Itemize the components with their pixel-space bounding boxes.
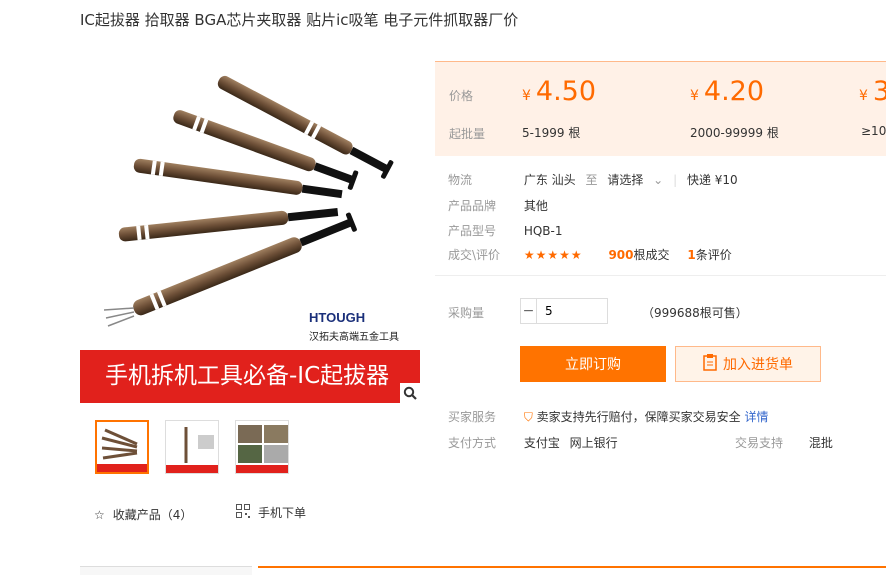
brand-row: 产品品牌 其他: [448, 197, 548, 214]
buyer-service-row: 买家服务 ⛉ 卖家支持先行赔付，保障买家交易安全 详情: [448, 408, 769, 425]
destination-select[interactable]: 请选择 ⌄: [607, 173, 663, 187]
price-label: 价格: [449, 89, 474, 103]
star-outline-icon: ☆: [94, 507, 105, 522]
trade-support: 交易支持 混批: [735, 434, 833, 451]
payment-alipay: 支付宝: [523, 436, 560, 450]
qty-minus-button[interactable]: −: [521, 299, 537, 323]
service-text: 卖家支持先行赔付，保障买家交易安全: [536, 410, 741, 424]
price-tier-2: ¥4.20: [690, 76, 765, 107]
thumbnail-3[interactable]: [235, 420, 289, 474]
main-product-image[interactable]: HTOUGH 汉拓夫高端五金工具 手机拆机工具必备-IC起拔器: [80, 60, 420, 403]
price-panel: 价格 起批量 ¥4.50 5-1999 根 ¥4.20 2000-99999 根…: [435, 61, 886, 156]
price-tier-1: ¥4.50: [522, 76, 597, 107]
reviews-count[interactable]: 1条评价: [687, 248, 731, 262]
add-to-cart-label: 加入进货单: [723, 357, 793, 373]
chevron-down-icon: ⌄: [653, 173, 664, 187]
brand-label: 产品品牌: [448, 199, 497, 213]
range-tier-2: 2000-99999 根: [690, 126, 779, 140]
zoom-icon[interactable]: [400, 383, 420, 403]
favorite-label: 收藏产品（4）: [112, 508, 193, 522]
trade-value: 混批: [808, 436, 833, 450]
deals-row: 成交\评价 ★★★★★ 900根成交 1条评价: [448, 246, 732, 263]
thumbnail-1[interactable]: [95, 420, 149, 474]
payment-label: 支付方式: [448, 436, 497, 450]
service-details-link[interactable]: 详情: [745, 410, 769, 424]
product-photo: HTOUGH 汉拓夫高端五金工具: [103, 60, 420, 350]
payment-bank: 网上银行: [569, 436, 618, 450]
deals-count[interactable]: 900根成交: [608, 248, 669, 262]
stock-available: （999688根可售）: [642, 306, 748, 320]
mobile-order-label: 手机下单: [258, 506, 307, 520]
quantity-stepper: −: [520, 298, 608, 324]
price-tier-3: ¥3: [859, 76, 886, 107]
promo-banner: 手机拆机工具必备-IC起拔器: [80, 350, 420, 403]
deals-label: 成交\评价: [448, 248, 501, 262]
brand-value: 其他: [523, 199, 548, 213]
buy-now-button[interactable]: 立即订购: [520, 346, 666, 382]
logistics-to-word: 至: [585, 173, 598, 187]
model-label: 产品型号: [448, 224, 497, 238]
add-to-cart-button[interactable]: 加入进货单: [675, 346, 821, 382]
brand-subtitle: 汉拓夫高端五金工具: [309, 330, 399, 343]
clipboard-icon: [703, 353, 717, 375]
thumbnail-2[interactable]: [165, 420, 219, 474]
logistics-row: 物流 广东 汕头 至 请选择 ⌄ | 快递 ¥10: [448, 173, 738, 187]
thumbnail-list: [95, 420, 289, 474]
mobile-order[interactable]: 手机下单: [236, 504, 306, 521]
product-title: IC起拔器 拾取器 BGA芯片夹取器 贴片ic吸笔 电子元件抓取器厂价: [80, 11, 519, 29]
payment-row: 支付方式 支付宝 网上银行: [448, 434, 618, 451]
qr-code-icon: [236, 504, 250, 521]
qty-label: 采购量: [448, 306, 485, 320]
trade-label: 交易支持: [735, 436, 784, 450]
shield-icon: ⛉: [523, 410, 533, 424]
rating-stars: ★★★★★: [523, 248, 583, 262]
model-value: HQB-1: [523, 224, 563, 238]
tab-bar-right: [258, 566, 886, 576]
model-row: 产品型号 HQB-1: [448, 222, 563, 239]
moq-label: 起批量: [449, 127, 486, 141]
divider: [435, 275, 886, 276]
favorite-product[interactable]: ☆ 收藏产品（4）: [94, 506, 192, 523]
range-tier-3: ≥100: [861, 124, 886, 138]
shipping-fee: 快递 ¥10: [686, 173, 738, 187]
logistics-label: 物流: [448, 173, 473, 187]
brand-logo: HTOUGH: [309, 310, 365, 325]
quantity-input[interactable]: [537, 299, 607, 323]
range-tier-1: 5-1999 根: [522, 126, 581, 140]
logistics-from: 广东 汕头: [523, 173, 576, 187]
service-label: 买家服务: [448, 410, 497, 424]
